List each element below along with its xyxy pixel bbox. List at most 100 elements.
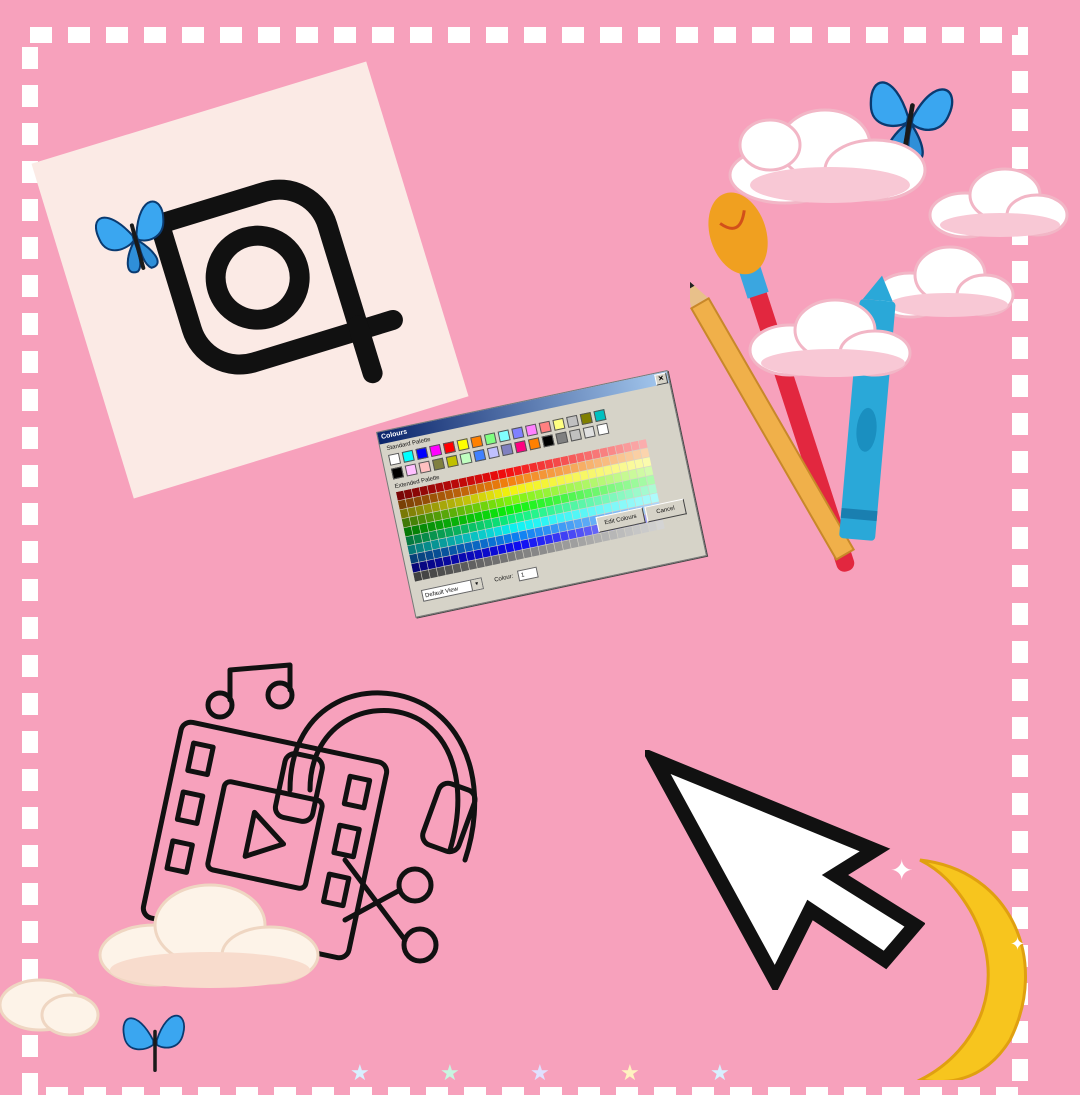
colour-swatch[interactable] <box>527 437 541 451</box>
extended-colour-swatch[interactable] <box>454 496 464 507</box>
extended-colour-swatch[interactable] <box>634 496 644 507</box>
extended-colour-swatch[interactable] <box>458 552 468 563</box>
extended-colour-swatch[interactable] <box>640 485 650 496</box>
extended-colour-swatch[interactable] <box>424 550 435 561</box>
colour-swatch[interactable] <box>579 411 593 426</box>
extended-colour-swatch[interactable] <box>585 459 595 470</box>
extended-colour-swatch[interactable] <box>505 542 515 553</box>
extended-colour-swatch[interactable] <box>522 510 532 521</box>
extended-colour-swatch[interactable] <box>450 478 460 489</box>
extended-colour-swatch[interactable] <box>554 466 564 477</box>
extended-colour-swatch[interactable] <box>577 536 587 547</box>
extended-colour-swatch[interactable] <box>428 568 438 579</box>
extended-colour-swatch[interactable] <box>544 496 554 507</box>
extended-colour-swatch[interactable] <box>421 532 431 543</box>
extended-colour-swatch[interactable] <box>409 515 419 526</box>
extended-colour-swatch[interactable] <box>481 509 491 520</box>
extended-colour-swatch[interactable] <box>642 457 652 468</box>
extended-colour-swatch[interactable] <box>581 517 591 527</box>
extended-colour-swatch[interactable] <box>481 547 491 558</box>
extended-colour-swatch[interactable] <box>530 471 540 482</box>
extended-colour-swatch[interactable] <box>587 506 597 517</box>
colour-swatch[interactable] <box>538 420 552 434</box>
extended-colour-swatch[interactable] <box>655 520 665 531</box>
extended-colour-swatch[interactable] <box>474 511 484 522</box>
extended-colour-swatch[interactable] <box>446 536 456 547</box>
extended-colour-swatch[interactable] <box>493 488 503 499</box>
extended-colour-swatch[interactable] <box>482 472 492 483</box>
extended-colour-swatch[interactable] <box>560 493 570 504</box>
extended-colour-swatch[interactable] <box>546 468 556 478</box>
extended-colour-swatch[interactable] <box>444 527 454 538</box>
extended-colour-swatch[interactable] <box>616 528 626 539</box>
extended-colour-swatch[interactable] <box>534 527 544 537</box>
close-icon[interactable]: ✕ <box>654 372 669 386</box>
extended-colour-swatch[interactable] <box>569 500 579 511</box>
extended-colour-swatch[interactable] <box>477 529 487 540</box>
extended-colour-swatch[interactable] <box>542 487 552 498</box>
extended-colour-swatch[interactable] <box>430 539 440 550</box>
extended-colour-swatch[interactable] <box>638 476 648 487</box>
extended-colour-swatch[interactable] <box>413 496 423 507</box>
colour-swatch[interactable] <box>470 435 484 449</box>
colour-swatch[interactable] <box>418 460 432 474</box>
extended-colour-swatch[interactable] <box>585 497 595 508</box>
extended-colour-swatch[interactable] <box>415 542 425 553</box>
extended-colour-swatch[interactable] <box>560 455 570 466</box>
colour-swatch[interactable] <box>388 452 402 466</box>
extended-colour-swatch[interactable] <box>526 491 536 501</box>
extended-colour-swatch[interactable] <box>436 528 446 539</box>
extended-colour-swatch[interactable] <box>550 486 560 496</box>
extended-colour-swatch[interactable] <box>485 527 495 538</box>
extended-colour-swatch[interactable] <box>483 556 493 567</box>
extended-colour-swatch[interactable] <box>409 553 419 564</box>
extended-colour-swatch[interactable] <box>462 495 472 506</box>
extended-colour-swatch[interactable] <box>616 453 626 464</box>
extended-colour-swatch[interactable] <box>487 536 497 547</box>
extended-colour-swatch[interactable] <box>401 517 411 528</box>
extended-colour-swatch[interactable] <box>603 503 613 513</box>
extended-colour-swatch[interactable] <box>448 507 458 518</box>
extended-colour-swatch[interactable] <box>558 522 568 532</box>
extended-colour-swatch[interactable] <box>452 487 462 498</box>
extended-colour-swatch[interactable] <box>562 464 572 475</box>
extended-colour-swatch[interactable] <box>628 469 638 480</box>
extended-colour-swatch[interactable] <box>432 548 442 559</box>
colour-swatch[interactable] <box>524 423 539 437</box>
extended-colour-swatch[interactable] <box>426 559 436 570</box>
extended-colour-swatch[interactable] <box>554 504 564 514</box>
extended-colour-swatch[interactable] <box>446 498 456 509</box>
extended-colour-swatch[interactable] <box>599 447 609 458</box>
extended-colour-swatch[interactable] <box>647 521 657 532</box>
extended-colour-swatch[interactable] <box>435 482 445 493</box>
extended-colour-swatch[interactable] <box>575 490 585 500</box>
extended-colour-swatch[interactable] <box>466 513 476 524</box>
extended-colour-swatch[interactable] <box>395 490 405 501</box>
extended-colour-swatch[interactable] <box>567 491 577 502</box>
extended-colour-swatch[interactable] <box>460 486 470 497</box>
extended-colour-swatch[interactable] <box>507 514 517 524</box>
extended-colour-swatch[interactable] <box>626 460 636 471</box>
extended-colour-swatch[interactable] <box>548 477 558 487</box>
extended-colour-swatch[interactable] <box>634 458 644 469</box>
extended-colour-swatch[interactable] <box>460 561 470 572</box>
extended-colour-swatch[interactable] <box>403 488 413 499</box>
extended-colour-swatch[interactable] <box>442 480 452 491</box>
extended-colour-swatch[interactable] <box>546 505 556 516</box>
extended-colour-swatch[interactable] <box>648 484 658 495</box>
extended-colour-swatch[interactable] <box>497 544 507 555</box>
extended-colour-swatch[interactable] <box>493 526 503 537</box>
extended-colour-swatch[interactable] <box>530 509 540 519</box>
extended-colour-swatch[interactable] <box>534 489 544 500</box>
extended-colour-swatch[interactable] <box>595 467 605 477</box>
extended-colour-swatch[interactable] <box>512 540 523 551</box>
extended-colour-swatch[interactable] <box>407 544 417 555</box>
extended-colour-swatch[interactable] <box>524 482 535 492</box>
colour-swatch[interactable] <box>497 429 511 443</box>
extended-colour-swatch[interactable] <box>434 557 444 568</box>
extended-colour-swatch[interactable] <box>505 467 515 478</box>
extended-colour-swatch[interactable] <box>475 558 485 569</box>
extended-colour-swatch[interactable] <box>466 475 476 486</box>
colour-swatch[interactable] <box>442 441 456 455</box>
extended-colour-swatch[interactable] <box>546 543 556 554</box>
